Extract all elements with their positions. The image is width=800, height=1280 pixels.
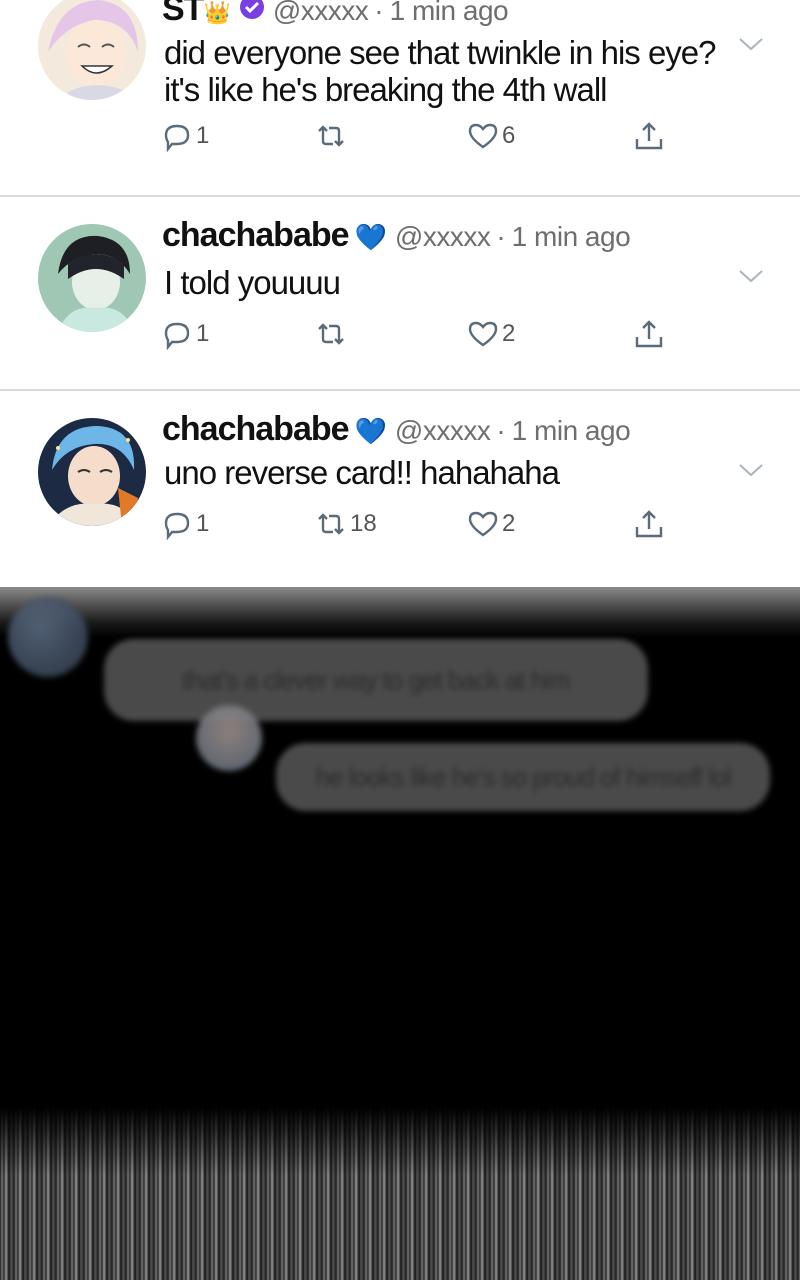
avatar[interactable]	[38, 418, 146, 526]
reply-count: 1	[196, 510, 210, 537]
reply-icon	[164, 322, 190, 351]
tweet-actions: 1 6	[160, 116, 680, 156]
crown-icon: 👑	[203, 0, 231, 25]
like-count: 2	[502, 320, 516, 347]
chat-panel: that's a clever way to get back at him h…	[0, 587, 800, 1280]
separator-dot: ·	[374, 0, 384, 26]
share-button[interactable]	[632, 314, 666, 354]
tweet-text: did everyone see that twinkle in his eye…	[164, 34, 764, 108]
tweet[interactable]: ST 👑 @xxxxx · 1 min ago did everyone see…	[0, 0, 800, 196]
tweet-text: I told youuuu	[164, 264, 341, 301]
reply-count: 1	[196, 320, 210, 347]
tweet[interactable]: chachababe 💙 @xxxxx · 1 min ago uno reve…	[0, 392, 800, 587]
display-name[interactable]: ST	[162, 0, 204, 29]
like-button[interactable]: 2	[466, 314, 515, 354]
tweet-actions: 1 18 2	[160, 504, 680, 544]
tweet[interactable]: chachababe 💙 @xxxxx · 1 min ago I told y…	[0, 198, 800, 390]
verified-badge-icon	[239, 0, 265, 24]
reply-button[interactable]: 1	[160, 116, 209, 156]
tweet-text-line: it's like he's breaking the 4th wall	[164, 71, 608, 108]
tweet-header: chachababe 💙 @xxxxx · 1 min ago	[162, 410, 631, 449]
retweet-button[interactable]	[314, 116, 350, 156]
reply-icon	[164, 124, 190, 153]
display-name[interactable]: chachababe	[162, 216, 350, 255]
avatar	[196, 705, 262, 771]
timestamp: 1 min ago	[511, 415, 631, 446]
chat-bubble: he looks like he's so proud of himself l…	[276, 743, 770, 811]
handle[interactable]: @xxxxx	[395, 415, 491, 447]
like-icon	[468, 511, 498, 537]
tweet-header: chachababe 💙 @xxxxx · 1 min ago	[162, 216, 631, 255]
chevron-down-icon[interactable]	[738, 268, 764, 284]
display-name[interactable]: chachababe	[162, 410, 350, 449]
reply-button[interactable]: 1	[160, 314, 209, 354]
separator-dot: ·	[496, 221, 506, 252]
like-icon	[468, 321, 498, 347]
retweet-button[interactable]: 18	[314, 504, 377, 544]
avatar[interactable]	[38, 224, 146, 332]
reply-button[interactable]: 1	[160, 504, 209, 544]
chat-bubble: that's a clever way to get back at him	[104, 639, 648, 721]
separator-dot: ·	[496, 415, 506, 446]
divider	[0, 195, 800, 197]
blue-heart-icon: 💙	[354, 416, 387, 446]
chevron-down-icon[interactable]	[738, 462, 764, 478]
speed-lines-background	[0, 1107, 800, 1280]
avatar[interactable]	[38, 0, 146, 100]
share-icon	[635, 122, 663, 150]
tweet-text: uno reverse card!! hahahaha	[164, 454, 560, 491]
retweet-button[interactable]	[314, 314, 350, 354]
share-button[interactable]	[632, 116, 666, 156]
like-button[interactable]: 2	[466, 504, 515, 544]
reply-icon	[164, 512, 190, 541]
retweet-count: 18	[350, 510, 377, 537]
like-icon	[468, 123, 498, 149]
share-icon	[635, 320, 663, 348]
tweet-actions: 1 2	[160, 314, 680, 354]
retweet-icon	[318, 125, 344, 147]
tweet-text-line: did everyone see that twinkle in his eye…	[164, 34, 717, 71]
timestamp: 1 min ago	[389, 0, 509, 26]
blue-heart-icon: 💙	[354, 222, 387, 252]
like-button[interactable]: 6	[466, 116, 515, 156]
timestamp: 1 min ago	[511, 221, 631, 252]
avatar	[8, 597, 88, 677]
like-count: 2	[502, 510, 516, 537]
share-icon	[635, 510, 663, 538]
handle[interactable]: @xxxxx	[273, 0, 369, 27]
tweet-feed: ST 👑 @xxxxx · 1 min ago did everyone see…	[0, 0, 800, 587]
retweet-icon	[318, 513, 344, 535]
like-count: 6	[502, 122, 516, 149]
divider	[0, 389, 800, 391]
chevron-down-icon[interactable]	[738, 36, 764, 52]
retweet-icon	[318, 323, 344, 345]
tweet-header: ST 👑 @xxxxx · 1 min ago	[162, 0, 509, 29]
blurred-messages: that's a clever way to get back at him h…	[0, 587, 800, 887]
reply-count: 1	[196, 122, 210, 149]
handle[interactable]: @xxxxx	[395, 221, 491, 253]
share-button[interactable]	[632, 504, 666, 544]
